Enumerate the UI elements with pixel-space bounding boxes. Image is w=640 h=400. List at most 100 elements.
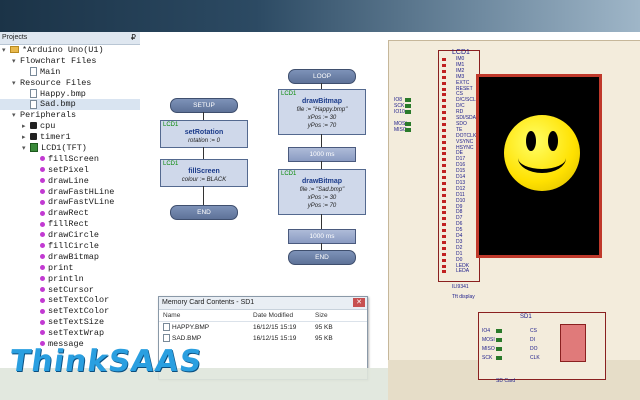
pin-marker	[442, 252, 446, 256]
tree-item[interactable]: drawBitmap	[0, 252, 140, 263]
tree-item[interactable]: setTextWrap	[0, 328, 140, 339]
file-icon	[30, 99, 37, 109]
file-list-header: Name Date Modified Size	[159, 310, 367, 322]
column-header-name[interactable]: Name	[159, 310, 253, 321]
tree-item-label: Resource Files	[20, 77, 92, 88]
tree-item-label: setPixel	[48, 164, 89, 175]
tree-item[interactable]: setTextSize	[0, 317, 140, 328]
pin-marker	[442, 164, 446, 168]
pin-icon[interactable]: ₽	[131, 32, 136, 44]
setup-start-terminal[interactable]: SETUP	[170, 98, 238, 113]
tree-item-label: timer1	[40, 132, 71, 143]
method-icon	[40, 254, 45, 260]
method-icon	[40, 286, 45, 292]
pin-marker	[442, 217, 446, 221]
pin-marker	[442, 240, 446, 244]
tree-item[interactable]: ▾ Flowchart Files	[0, 56, 140, 67]
sd-signal-label: IO4	[482, 328, 491, 334]
connector	[203, 147, 204, 159]
method-icon	[40, 232, 45, 238]
terminal-marker	[405, 122, 411, 126]
method-icon	[40, 188, 45, 194]
pin-marker	[442, 81, 446, 85]
file-row[interactable]: SAD.BMP 16/12/15 15:19 95 KB	[159, 333, 367, 344]
tree-item-label: drawCircle	[48, 230, 100, 241]
block-device: LCD1	[163, 161, 179, 167]
tree-item[interactable]: ▾ *Arduino Uno(U1)	[0, 45, 140, 56]
tree-item[interactable]: setTextColor	[0, 295, 140, 306]
dialog-title: Memory Card Contents - SD1	[162, 299, 255, 306]
block-param: rotation := 0	[188, 138, 220, 144]
tree-item[interactable]: ▾ Peripherals	[0, 110, 140, 121]
pin-marker	[442, 63, 446, 67]
tree-item[interactable]: fillScreen	[0, 154, 140, 165]
file-size: 95 KB	[315, 324, 333, 331]
chip-icon	[30, 133, 37, 141]
tree-item[interactable]: ▾ Resource Files	[0, 78, 140, 89]
file-date: 16/12/15 15:19	[253, 335, 297, 342]
lcd-label: LCD1	[452, 49, 470, 56]
tree-item-label: println	[48, 273, 84, 284]
sd-signal-label: MISO	[482, 346, 495, 352]
block-param: file := "Happy.bmp"	[296, 107, 348, 113]
loop-start-terminal[interactable]: LOOP	[288, 69, 356, 84]
tree-item[interactable]: drawLine	[0, 176, 140, 187]
setup-end-terminal[interactable]: END	[170, 205, 238, 220]
file-name: HAPPY.BMP	[172, 324, 210, 331]
sd-card-icon	[560, 324, 586, 362]
delay-block[interactable]: 1000 ms	[288, 147, 356, 162]
block-param: colour := BLACK	[181, 177, 227, 183]
setup-block-setrotation[interactable]: LCD1 setRotation rotation := 0	[160, 120, 248, 148]
terminal-marker	[405, 110, 411, 114]
tree-item[interactable]: println	[0, 274, 140, 285]
tree-item[interactable]: fillRect	[0, 219, 140, 230]
sd-caption: SD Card	[496, 378, 516, 384]
connector	[321, 214, 322, 229]
column-header-date[interactable]: Date Modified	[253, 310, 315, 321]
tree-item[interactable]: drawFastVLine	[0, 197, 140, 208]
pin-marker	[442, 223, 446, 227]
method-icon	[40, 210, 45, 216]
delay-block[interactable]: 1000 ms	[288, 229, 356, 244]
tree-item[interactable]: drawCircle	[0, 230, 140, 241]
sd-pin-label: DO	[530, 346, 538, 352]
tree-item[interactable]: ▸ cpu	[0, 121, 140, 132]
pin-marker	[442, 205, 446, 209]
tree-item-label: drawFastVLine	[48, 197, 115, 208]
tree-item[interactable]: drawRect	[0, 208, 140, 219]
column-header-size[interactable]: Size	[315, 310, 355, 321]
tree-item[interactable]: Happy.bmp	[0, 89, 140, 100]
tree-item[interactable]: setTextColor	[0, 306, 140, 317]
dialog-title-bar: Memory Card Contents - SD1 ✕	[159, 297, 367, 310]
file-row[interactable]: HAPPY.BMP 16/12/15 15:19 95 KB	[159, 322, 367, 333]
sd-card-component[interactable]	[478, 312, 606, 380]
tree-item[interactable]: Main	[0, 67, 140, 78]
tree-item[interactable]: ▸ timer1	[0, 132, 140, 143]
tree-item[interactable]: drawFastHLine	[0, 187, 140, 198]
loop-end-terminal[interactable]: END	[288, 250, 356, 265]
pin-marker	[442, 211, 446, 215]
tree-item-label: fillScreen	[48, 153, 100, 164]
pin-marker	[442, 146, 446, 150]
method-icon	[40, 330, 45, 336]
setup-block-fillscreen[interactable]: LCD1 fillScreen colour := BLACK	[160, 159, 248, 187]
pin-marker	[442, 105, 446, 109]
tree-item[interactable]: ▾ LCD1(TFT)	[0, 143, 140, 154]
file-icon	[30, 88, 37, 98]
connector	[321, 161, 322, 169]
terminal-marker	[496, 347, 502, 351]
file-size: 95 KB	[315, 335, 333, 342]
tree-item[interactable]: fillCircle	[0, 241, 140, 252]
close-icon[interactable]: ✕	[353, 298, 365, 307]
tree-item[interactable]: setCursor	[0, 285, 140, 296]
tree-item[interactable]: setPixel	[0, 165, 140, 176]
sd-pin-label: CS	[530, 328, 537, 334]
tree-item[interactable]: Sad.bmp	[0, 99, 140, 111]
tree-item[interactable]: print	[0, 263, 140, 274]
loop-block-drawbitmap-sad[interactable]: LCD1 drawBitmap file := "Sad.bmp" xPos :…	[278, 169, 366, 215]
tree-item-label: LCD1(TFT)	[41, 143, 87, 154]
terminal-marker	[496, 329, 502, 333]
connector	[203, 112, 204, 120]
loop-block-drawbitmap-happy[interactable]: LCD1 drawBitmap file := "Happy.bmp" xPos…	[278, 89, 366, 135]
method-icon	[40, 156, 45, 162]
